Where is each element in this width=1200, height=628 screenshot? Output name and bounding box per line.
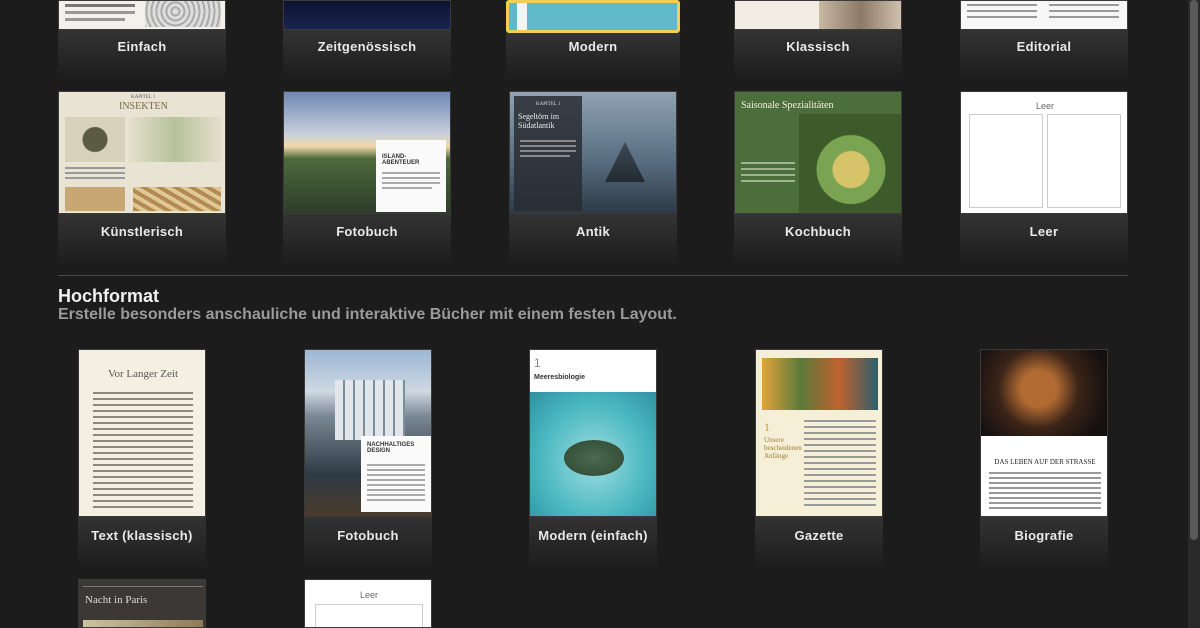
template-thumbnail: 1 Unsere bescheidenen Anfänge: [755, 349, 883, 517]
template-thumbnail: KAPITEL 1 Segeltörn im Südatlantik: [509, 91, 677, 214]
template-text-klassisch[interactable]: Vor Langer Zeit Text (klassisch): [78, 349, 206, 569]
template-label: Künstlerisch: [100, 224, 184, 239]
scrollbar-thumb[interactable]: [1190, 0, 1198, 540]
template-fotobuch-portrait[interactable]: NACHHALTIGES DESIGN Fotobuch: [304, 349, 432, 569]
template-label: Zeitgenössisch: [317, 39, 417, 54]
reflection: [283, 214, 451, 266]
reflection: [980, 517, 1108, 569]
template-thumbnail: Leer: [960, 91, 1128, 214]
template-gazette[interactable]: 1 Unsere bescheidenen Anfänge Gazette: [755, 349, 883, 569]
template-thumbnail: [960, 0, 1128, 30]
template-label: Biografie: [1014, 528, 1074, 543]
template-zeitgenoessisch[interactable]: Zeitgenössisch: [283, 0, 451, 80]
reflection: [960, 30, 1128, 80]
reflection: [283, 30, 451, 80]
template-label: Modern (einfach): [538, 528, 648, 543]
template-label: Editorial: [1016, 39, 1072, 54]
reflection: [755, 517, 883, 569]
template-label: Fotobuch: [337, 528, 399, 543]
reflection: [304, 517, 432, 569]
template-thumbnail: [58, 0, 226, 30]
template-leer-landscape[interactable]: Leer Leer: [960, 91, 1128, 266]
template-kochbuch[interactable]: Saisonale Spezialitäten Kochbuch: [734, 91, 902, 266]
template-einfach[interactable]: Einfach: [58, 0, 226, 80]
template-modern-einfach[interactable]: 1 Meeresbiologie Modern (einfach): [529, 349, 657, 569]
template-label: Text (klassisch): [91, 528, 193, 543]
template-label: Antik: [576, 224, 610, 239]
template-editorial[interactable]: Editorial: [960, 0, 1128, 80]
template-thumbnail: [506, 0, 680, 33]
template-modern[interactable]: Modern: [506, 0, 680, 80]
template-label: Klassisch: [786, 39, 850, 54]
template-kuenstlerisch[interactable]: KAPITEL 1 INSEKTEN Künstlerisch: [58, 91, 226, 266]
template-fotobuch-landscape[interactable]: ISLAND-ABENTEUER Fotobuch: [283, 91, 451, 266]
reflection: [734, 30, 902, 80]
template-thumbnail: [283, 0, 451, 30]
template-thumbnail: 1 Meeresbiologie: [529, 349, 657, 517]
template-label: Fotobuch: [336, 224, 398, 239]
template-thumbnail: Nacht in Paris: [78, 579, 206, 628]
template-label: Einfach: [117, 39, 167, 54]
reflection: [734, 214, 902, 266]
section-subtitle: Erstelle besonders anschauliche und inte…: [58, 306, 677, 323]
template-thumbnail: KAPITEL 1 INSEKTEN: [58, 91, 226, 214]
template-thumbnail: Leer: [304, 579, 432, 628]
template-biografie[interactable]: DAS LEBEN AUF DER STRASSE Biografie: [980, 349, 1108, 569]
template-label: Leer: [1029, 224, 1059, 239]
reflection: [58, 30, 226, 80]
template-thumbnail: Vor Langer Zeit: [78, 349, 206, 517]
reflection: [509, 214, 677, 266]
reflection: [529, 517, 657, 569]
template-label: Kochbuch: [785, 224, 851, 239]
reflection: [78, 517, 206, 569]
template-label: Gazette: [794, 528, 844, 543]
template-thumbnail: NACHHALTIGES DESIGN: [304, 349, 432, 517]
template-leer-portrait[interactable]: Leer: [304, 579, 432, 628]
section-title: Hochformat: [58, 286, 160, 306]
template-thumbnail: [734, 0, 902, 30]
section-divider: [58, 275, 1128, 276]
template-klassisch[interactable]: Klassisch: [734, 0, 902, 80]
template-antik[interactable]: KAPITEL 1 Segeltörn im Südatlantik Antik: [509, 91, 677, 266]
reflection: [960, 214, 1128, 266]
template-thumbnail: ISLAND-ABENTEUER: [283, 91, 451, 214]
template-label: Modern: [568, 39, 618, 54]
vertical-scrollbar[interactable]: [1188, 0, 1200, 628]
template-thumbnail: DAS LEBEN AUF DER STRASSE: [980, 349, 1108, 517]
template-thumbnail: Saisonale Spezialitäten: [734, 91, 902, 214]
template-nacht-in-paris[interactable]: Nacht in Paris: [78, 579, 206, 628]
reflection: [58, 214, 226, 266]
